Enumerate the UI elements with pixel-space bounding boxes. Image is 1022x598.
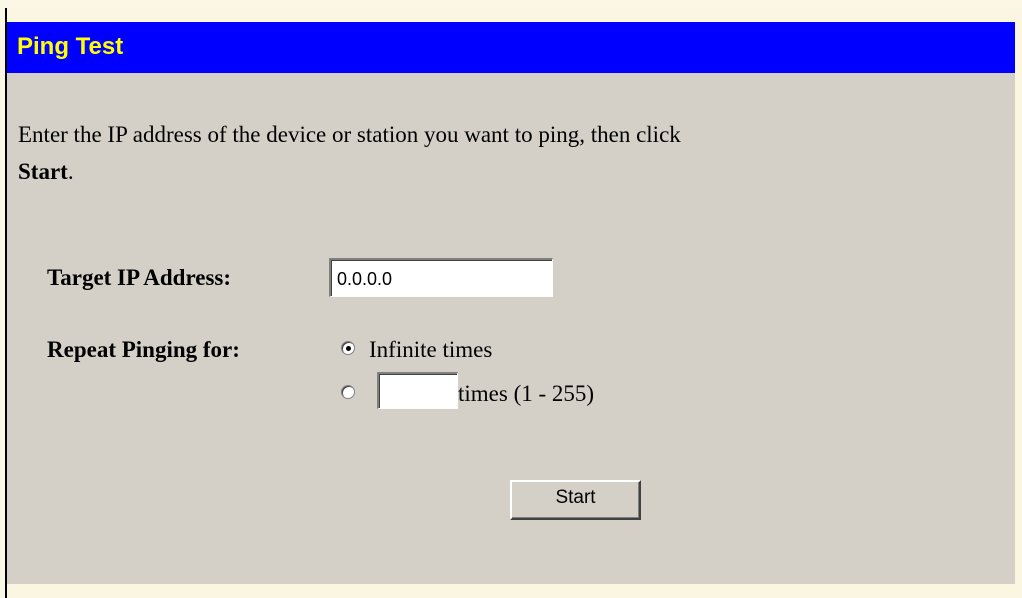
page-title: Ping Test [17,33,124,60]
repeat-pinging-label: Repeat Pinging for: [47,337,240,362]
instructions-suffix: . [67,159,74,184]
ping-test-panel: Ping Test Enter the IP address of the de… [7,22,1015,584]
instructions: Enter the IP address of the device or st… [18,116,918,190]
count-times-radio[interactable] [341,385,355,399]
start-button[interactable]: Start [510,480,641,520]
infinite-times-label[interactable]: Infinite times [369,336,492,364]
count-times-label: times (1 - 255) [458,381,595,406]
ping-count-input[interactable] [377,372,458,409]
instructions-emphasis: Start [18,159,68,184]
instructions-text: Enter the IP address of the device or st… [18,122,681,147]
title-bar: Ping Test [7,22,1015,73]
infinite-times-radio[interactable] [341,341,355,355]
radio-selected-dot [346,346,351,351]
target-ip-input[interactable] [329,258,553,297]
target-ip-label: Target IP Address: [47,265,232,290]
